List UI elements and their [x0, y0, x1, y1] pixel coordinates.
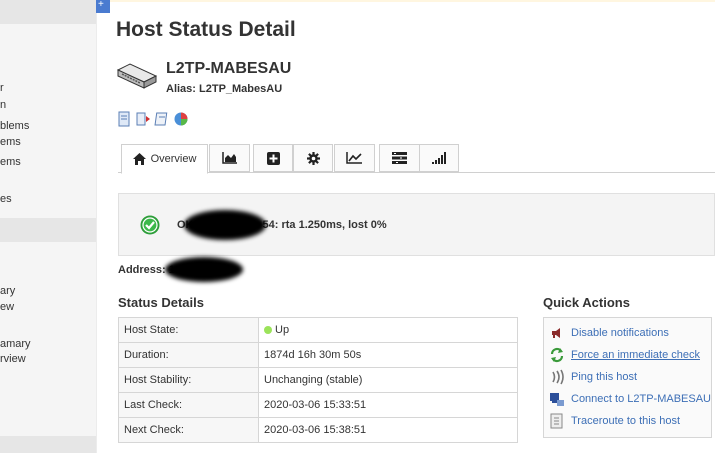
row-value: 2020-03-06 15:33:51 — [258, 392, 518, 418]
sidebar-item[interactable]: n — [0, 99, 6, 111]
list-icon — [392, 152, 407, 164]
sidebar-section-header — [0, 0, 96, 24]
line-chart-icon — [346, 152, 362, 164]
notes-icon[interactable] — [135, 111, 151, 127]
table-row: Host State: Up — [118, 317, 518, 343]
sidebar-item[interactable]: amary — [0, 338, 31, 350]
row-value: Up — [258, 317, 518, 343]
traceroute-icon — [550, 413, 563, 429]
row-key: Host State: — [118, 317, 259, 343]
table-row: Duration: 1874d 16h 30m 50s — [118, 342, 518, 368]
force-check-link[interactable]: Force an immediate check — [549, 347, 700, 363]
plus-square-icon — [266, 151, 280, 165]
action-label: Force an immediate check — [571, 349, 700, 361]
row-key: Duration: — [118, 342, 259, 368]
sidebar-item[interactable]: rview — [0, 353, 26, 365]
row-value: 1874d 16h 30m 50s — [258, 342, 518, 368]
row-key: Next Check: — [118, 417, 259, 443]
action-label: Traceroute to this host — [571, 415, 681, 427]
tab-list[interactable] — [379, 144, 420, 172]
status-dot — [264, 326, 272, 334]
sidebar-item[interactable]: blems — [0, 120, 29, 132]
ping-host-link[interactable]: Ping this host — [549, 369, 637, 385]
status-details-table: Host State: Up Duration: 1874d 16h 30m 5… — [118, 317, 518, 443]
sidebar-section-header — [0, 436, 96, 453]
sidebar-item[interactable]: es — [0, 193, 12, 205]
status-suffix: 54: rta 1.250ms, lost 0% — [262, 219, 387, 231]
traceroute-link[interactable]: Traceroute to this host — [549, 413, 680, 429]
action-label: Connect to L2TP-MABESAU — [571, 393, 712, 405]
network-switch-icon — [116, 63, 158, 89]
row-key: Host Stability: — [118, 367, 259, 393]
tab-label: Overview — [150, 153, 197, 165]
document-icon[interactable] — [116, 111, 132, 127]
sidebar-item[interactable]: ary — [0, 285, 15, 297]
tab-performance[interactable] — [209, 144, 250, 172]
redaction-mark — [184, 210, 266, 240]
tab-trends[interactable] — [334, 144, 375, 172]
status-details-heading: Status Details — [118, 295, 204, 310]
sidebar-item[interactable]: ems — [0, 156, 21, 168]
host-actions-toolbar — [116, 111, 189, 127]
action-label: Ping this host — [571, 371, 638, 383]
host-alias: Alias: L2TP_MabesAU — [166, 83, 283, 95]
redaction-mark — [165, 257, 243, 282]
table-row: Host Stability: Unchanging (stable) — [118, 367, 518, 393]
sidebar: r n blems ems ems es ary ew amary rview — [0, 0, 97, 453]
pie-chart-icon[interactable] — [173, 111, 189, 127]
sidebar-item[interactable]: ew — [0, 301, 14, 313]
tab-signal[interactable] — [419, 144, 459, 172]
ok-check-icon — [140, 215, 160, 235]
top-accent-line — [96, 0, 715, 2]
row-value: Unchanging (stable) — [258, 367, 518, 393]
sidebar-item[interactable]: r — [0, 82, 4, 94]
area-chart-icon — [221, 152, 237, 164]
sidebar-section-header — [0, 218, 96, 242]
log-icon[interactable] — [154, 111, 170, 127]
home-icon — [132, 153, 146, 165]
refresh-icon — [550, 347, 564, 363]
disable-notifications-link[interactable]: Disable notifications — [549, 325, 669, 341]
row-value: 2020-03-06 15:38:51 — [258, 417, 518, 443]
row-key: Last Check: — [118, 392, 259, 418]
gear-icon — [306, 151, 320, 165]
action-label: Disable notifications — [571, 327, 669, 339]
table-row: Next Check: 2020-03-06 15:38:51 — [118, 417, 518, 443]
table-row: Last Check: 2020-03-06 15:33:51 — [118, 392, 518, 418]
host-state-value: Up — [275, 324, 290, 336]
sidebar-item[interactable]: ems — [0, 136, 21, 148]
connect-icon — [550, 393, 564, 406]
sidebar-toggle-button[interactable]: + — [96, 0, 110, 13]
tab-settings[interactable] — [293, 144, 333, 172]
connect-host-link[interactable]: Connect to L2TP-MABESAU — [549, 391, 711, 407]
tab-add[interactable] — [253, 144, 293, 172]
quick-actions-heading: Quick Actions — [543, 295, 630, 310]
megaphone-mute-icon — [552, 328, 560, 338]
tab-overview[interactable]: Overview — [121, 144, 208, 174]
page-title: Host Status Detail — [116, 18, 296, 41]
ping-icon — [552, 369, 564, 385]
signal-bars-icon — [431, 152, 446, 164]
host-name: L2TP-MABESAU — [166, 60, 292, 77]
